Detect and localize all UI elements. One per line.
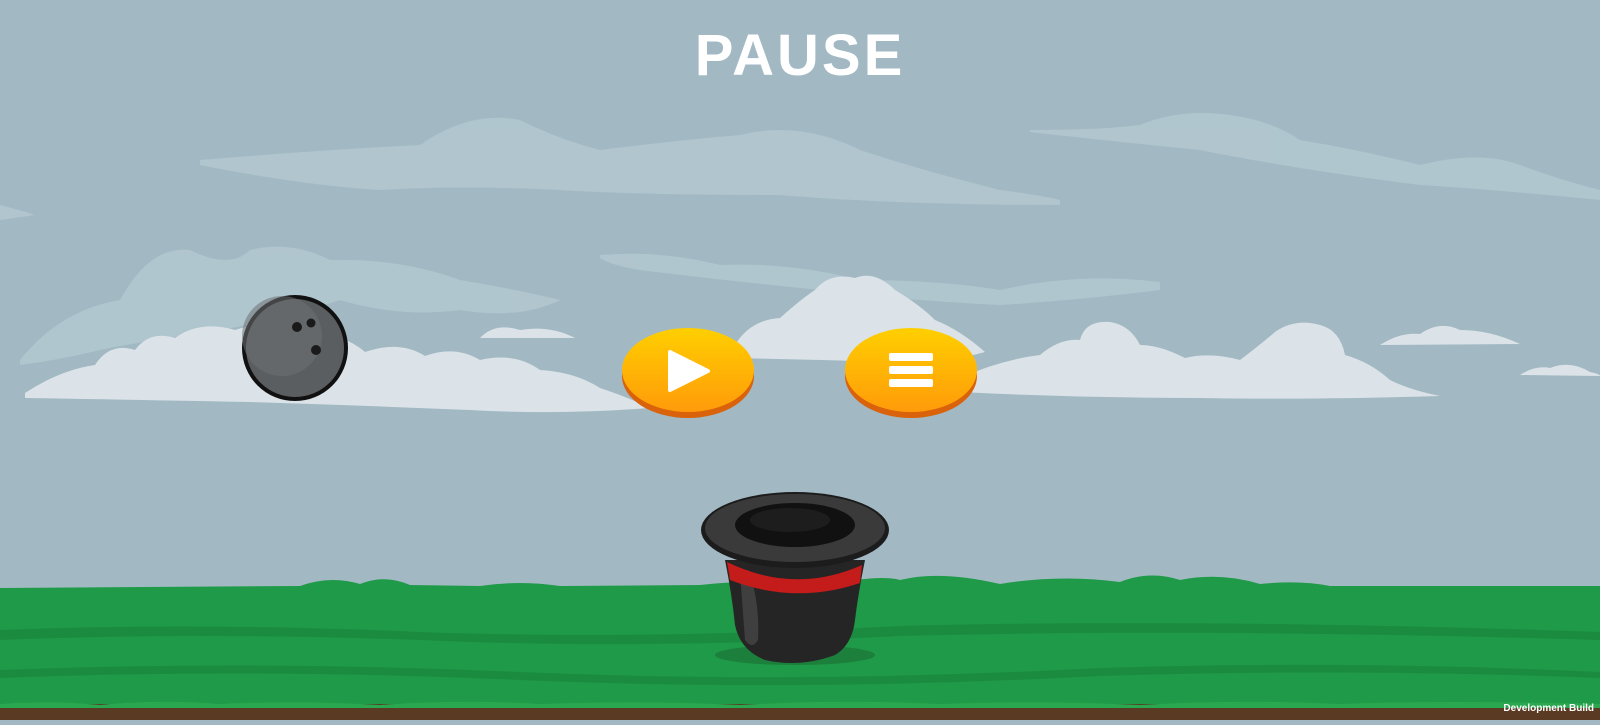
bowling-ball <box>242 295 348 401</box>
resume-button[interactable] <box>620 324 756 420</box>
play-icon <box>622 328 754 418</box>
pause-title: PAUSE <box>694 23 906 88</box>
development-build-label: Development Build <box>1503 703 1594 714</box>
hamburger-menu-icon <box>845 328 977 418</box>
menu-button[interactable] <box>843 324 979 420</box>
background <box>0 0 1600 720</box>
game-scene <box>0 0 1600 720</box>
